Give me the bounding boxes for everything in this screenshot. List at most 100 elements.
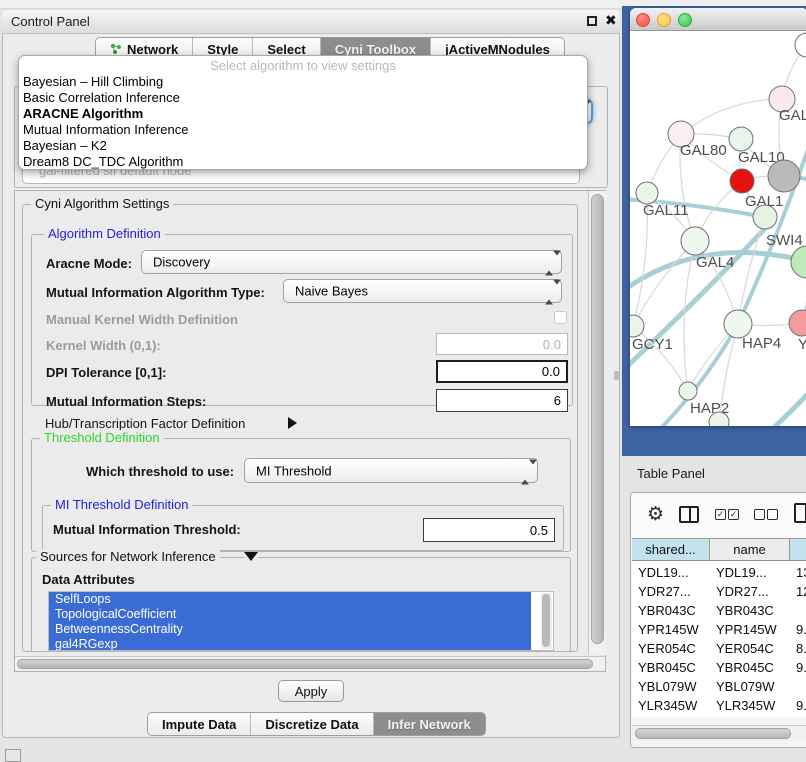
node-partial-top[interactable] xyxy=(795,33,806,57)
node-swi4[interactable] xyxy=(791,246,806,278)
kernel-width-input[interactable]: 0.0 xyxy=(436,333,568,355)
table-row[interactable]: YIL052CYIL052C9 xyxy=(632,715,806,717)
node-green-mid[interactable] xyxy=(753,205,777,229)
node-gal11[interactable] xyxy=(636,182,658,204)
stepper-arrows-icon xyxy=(521,464,530,477)
table-row[interactable]: YBL079WYBL079W xyxy=(632,677,806,696)
network-window[interactable]: GALGAL80GAL10GAL1GAL11GAL4SWI4GCY1HAP4YH… xyxy=(630,8,806,426)
expander-collapsed-icon[interactable] xyxy=(288,417,297,429)
data-attributes-list[interactable]: SelfLoopsTopologicalCoefficientBetweenne… xyxy=(48,591,554,651)
list-scrollbar[interactable] xyxy=(541,593,552,649)
vertical-scrollbar[interactable] xyxy=(588,191,606,655)
table-row[interactable]: YDL19...YDL19...13 xyxy=(632,563,806,582)
table-cell: YBR043C xyxy=(632,601,710,620)
node-gal4-label: GAL4 xyxy=(696,254,734,271)
tab-discretize-data[interactable]: Discretize Data xyxy=(251,713,373,735)
network-edge-thick[interactable] xyxy=(726,383,806,426)
table-cell: 13 xyxy=(790,563,806,582)
panel-title: Control Panel xyxy=(11,14,90,29)
expander-expanded-icon[interactable] xyxy=(244,552,258,561)
node-gal80-label: GAL80 xyxy=(680,142,727,159)
hub-definition-expander-label[interactable]: Hub/Transcription Factor Definition xyxy=(45,416,245,431)
table-row[interactable]: YPR145WYPR145W9. xyxy=(632,620,806,639)
node-hap4-label: HAP4 xyxy=(742,335,781,352)
table-scrollbar-thumb[interactable] xyxy=(635,728,791,739)
network-edge[interactable] xyxy=(684,241,695,391)
tab-label: Discretize Data xyxy=(265,717,358,732)
sources-title[interactable]: Sources for Network Inference xyxy=(36,549,220,564)
node-unlabeled-gray[interactable] xyxy=(768,160,800,192)
node-gal4[interactable] xyxy=(681,227,709,255)
node-y-partial-label: Y xyxy=(798,336,806,353)
table-cell: YBL079W xyxy=(710,677,790,696)
dropdown-option[interactable]: Dream8 DC_TDC Algorithm xyxy=(23,154,583,170)
network-canvas[interactable]: GALGAL80GAL10GAL1GAL11GAL4SWI4GCY1HAP4YH… xyxy=(630,31,806,426)
column-header-shared[interactable]: shared... xyxy=(632,539,710,561)
node-gal10[interactable] xyxy=(729,127,753,151)
table-cell: YPR145W xyxy=(632,620,710,639)
column-header-name[interactable]: name xyxy=(710,539,790,561)
attribute-list-item-selected[interactable]: TopologicalCoefficient xyxy=(49,607,531,622)
dropdown-option[interactable]: Bayesian – Hill Climbing xyxy=(23,74,583,90)
network-edge[interactable] xyxy=(681,99,782,134)
horizontal-scrollbar-thumb[interactable] xyxy=(17,659,593,669)
attribute-list-item-selected[interactable]: gal4RGexp xyxy=(49,637,531,651)
table-row[interactable]: YBR045CYBR045C9. xyxy=(632,658,806,677)
column-header-a[interactable]: A xyxy=(790,539,806,561)
table-cell: YDR27... xyxy=(632,582,710,601)
mi-type-combobox[interactable]: Naive Bayes xyxy=(283,279,562,303)
tab-infer-network[interactable]: Infer Network xyxy=(374,713,485,735)
table-cell: YLR345W xyxy=(632,696,710,715)
attribute-list-item-selected[interactable]: SelfLoops xyxy=(49,592,531,607)
aracne-mode-combobox[interactable]: Discovery xyxy=(141,250,562,274)
dropdown-option[interactable]: Bayesian – K2 xyxy=(23,138,583,154)
table-cell: YIL052C xyxy=(632,715,710,717)
cyni-bottom-tabbar: Impute Data Discretize Data Infer Network xyxy=(147,712,486,736)
horizontal-scrollbar[interactable] xyxy=(15,656,605,670)
dropdown-option[interactable]: ARACNE Algorithm xyxy=(23,106,583,122)
column-layout-icon[interactable] xyxy=(679,506,699,523)
minimized-panel-icon[interactable] xyxy=(5,749,21,762)
float-panel-icon[interactable] xyxy=(587,16,597,26)
minimize-traffic-light-icon[interactable] xyxy=(657,13,671,27)
node-gal-label: GAL xyxy=(779,107,806,124)
mi-threshold-input[interactable]: 0.5 xyxy=(423,518,555,542)
apply-button[interactable]: Apply xyxy=(278,680,344,702)
algorithm-dropdown-popup: Select algorithm to view settings Bayesi… xyxy=(18,55,588,170)
network-window-titlebar[interactable] xyxy=(630,8,806,31)
close-icon[interactable]: ✖ xyxy=(605,12,617,29)
table-row[interactable]: YER054CYER054C8. xyxy=(632,639,806,658)
node-hap4[interactable] xyxy=(724,310,752,338)
close-traffic-light-icon[interactable] xyxy=(636,13,650,27)
algorithm-definition-group: Algorithm Definition Aracne Mode: Discov… xyxy=(31,234,573,406)
list-scrollbar-thumb[interactable] xyxy=(542,594,550,647)
table-row[interactable]: YBR043CYBR043C xyxy=(632,601,806,620)
mi-steps-input[interactable]: 6 xyxy=(436,389,568,412)
table-row[interactable]: YLR345WYLR345W9. xyxy=(632,696,806,715)
mi-threshold-label: Mutual Information Threshold: xyxy=(53,522,241,537)
vertical-scrollbar-thumb[interactable] xyxy=(591,194,604,644)
gear-icon[interactable]: ⚙ xyxy=(647,505,664,525)
which-threshold-combobox[interactable]: MI Threshold xyxy=(244,458,538,483)
manual-kernel-checkbox[interactable] xyxy=(554,311,567,324)
aracne-mode-value: Discovery xyxy=(153,255,210,270)
node-y-partial[interactable] xyxy=(789,310,806,336)
node-gal1[interactable] xyxy=(730,169,754,193)
zoom-traffic-light-icon[interactable] xyxy=(678,13,692,27)
page-icon[interactable] xyxy=(794,503,806,523)
table-cell: YER054C xyxy=(710,639,790,658)
unchecked-box-icon xyxy=(767,509,778,520)
dropdown-option[interactable]: Basic Correlation Inference xyxy=(23,90,583,106)
table-cell: 12 xyxy=(790,582,806,601)
splitter-handle[interactable] xyxy=(614,371,619,380)
attribute-list-item-selected[interactable]: BetweennessCentrality xyxy=(49,622,531,637)
mi-steps-value: 6 xyxy=(554,393,561,408)
tab-impute-data[interactable]: Impute Data xyxy=(148,713,251,735)
dropdown-option[interactable]: Mutual Information Inference xyxy=(23,122,583,138)
dpi-tolerance-input[interactable]: 0.0 xyxy=(436,360,568,383)
table-horizontal-scrollbar[interactable] xyxy=(632,725,806,741)
table-row[interactable]: YDR27...YDR27...12 xyxy=(632,582,806,601)
node-hap2[interactable] xyxy=(679,382,697,400)
node-swi4-label: SWI4 xyxy=(766,232,803,249)
table-cell xyxy=(790,601,806,620)
